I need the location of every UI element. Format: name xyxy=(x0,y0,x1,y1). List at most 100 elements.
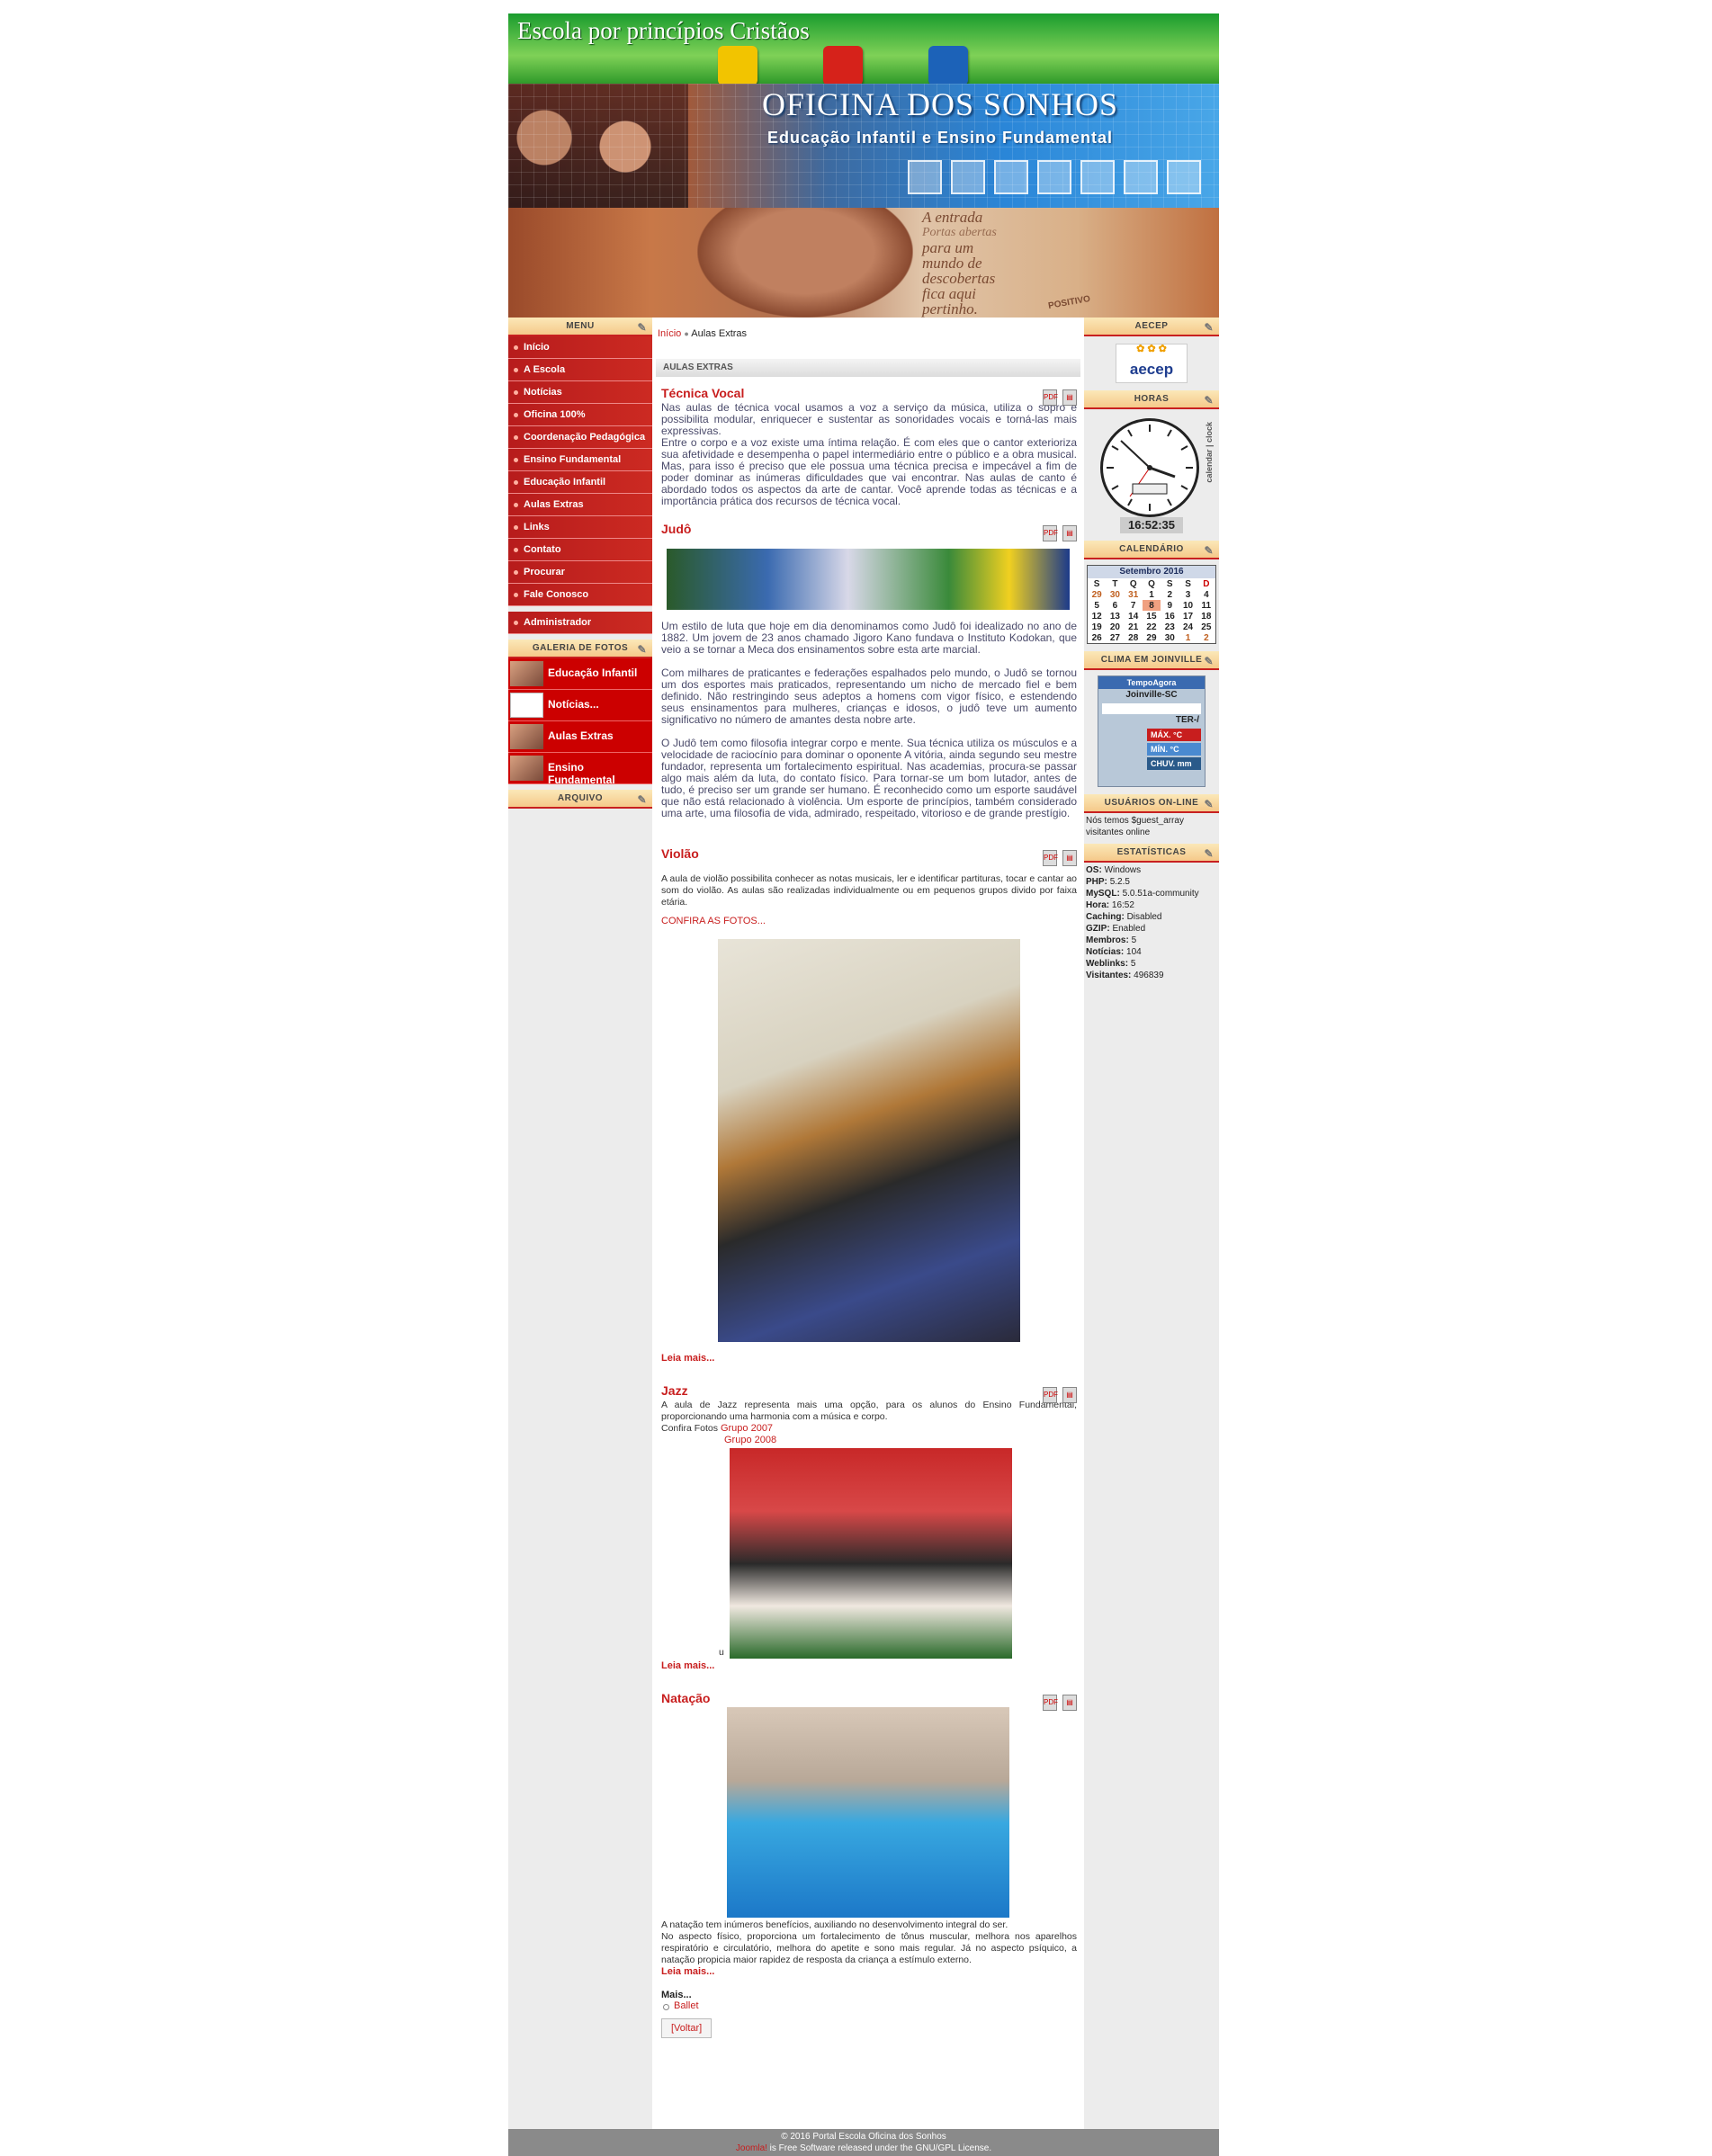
stat-row: Membros: 5 xyxy=(1086,935,1137,945)
leia-mais-link[interactable]: Leia mais... xyxy=(661,1966,1077,1977)
site-subtitle: Educação Infantil e Ensino Fundamental xyxy=(766,129,1114,147)
swimming-pool-photo xyxy=(727,1707,1009,1918)
admin-menu: Administrador xyxy=(508,612,652,634)
weather-brand: TempoAgora xyxy=(1098,676,1205,689)
menu-item-aulas-extras[interactable]: Aulas Extras xyxy=(508,494,652,516)
menu-item-fale-conosco[interactable]: Fale Conosco xyxy=(508,584,652,606)
weather-rain: CHUV. mm xyxy=(1147,757,1201,770)
breadcrumb-home-link[interactable]: Início xyxy=(658,328,681,339)
pdf-icon[interactable]: PDF xyxy=(1043,1387,1058,1403)
article-jazz: Jazz PDF ▤ A aula de Jazz representa mais… xyxy=(652,1383,1084,1671)
menu-item-contato[interactable]: Contato xyxy=(508,539,652,561)
menu-item-links[interactable]: Links xyxy=(508,516,652,539)
calendar-week: 12 13 14 15 16 17 18 xyxy=(1091,611,1212,622)
site-title: OFICINA DOS SONHOS xyxy=(761,86,1119,122)
jazz-group-photo xyxy=(730,1448,1012,1659)
menu-item-a-escola[interactable]: A Escola xyxy=(508,359,652,381)
gallery-item-aulas-extras[interactable]: Aulas Extras xyxy=(508,721,652,753)
article-title[interactable]: Natação xyxy=(661,1691,1077,1707)
article-text: A aula de Jazz representa mais uma opção… xyxy=(661,1400,1077,1422)
pin-icon: ✎ xyxy=(1204,321,1214,334)
positivo-logo: POSITIVO xyxy=(1047,293,1091,312)
pdf-icon[interactable]: PDF xyxy=(1043,1695,1058,1711)
footer-license: Joomla! is Free Software released under … xyxy=(735,2143,992,2153)
menu-item-administrador[interactable]: Administrador xyxy=(508,612,652,634)
gallery-item-ensino-fundamental[interactable]: Ensino Fundamental xyxy=(508,753,652,786)
article-text: A aula de violão possibilita conhecer as… xyxy=(661,873,1077,908)
calendar-weekdays: STQQSSD xyxy=(1093,578,1210,589)
gallery-thumb xyxy=(510,693,543,718)
pin-icon: ✎ xyxy=(1204,655,1214,667)
more-item-ballet[interactable]: Ballet xyxy=(663,2000,1077,2011)
print-icon[interactable]: ▤ xyxy=(1062,525,1077,541)
menu-item-oficina[interactable]: Oficina 100% xyxy=(508,404,652,426)
menu-heading: MENU ✎ xyxy=(508,318,652,336)
stat-row: Caching: Disabled xyxy=(1086,912,1162,922)
menu-item-coordenacao[interactable]: Coordenação Pedagógica xyxy=(508,426,652,449)
decorative-squares xyxy=(899,160,1201,199)
stat-row: Notícias: 104 xyxy=(1086,947,1142,957)
pdf-icon[interactable]: PDF xyxy=(1043,525,1058,541)
article-title[interactable]: Violão xyxy=(661,846,1077,863)
grupo-2008-link[interactable]: Grupo 2008 xyxy=(724,1435,776,1445)
leia-mais-link[interactable]: Leia mais... xyxy=(661,1660,1077,1671)
pdf-icon[interactable]: PDF xyxy=(1043,850,1058,866)
pin-icon: ✎ xyxy=(1204,847,1214,860)
gallery-item-educacao-infantil[interactable]: Educação Infantil xyxy=(508,658,652,690)
menu-item-inicio[interactable]: Início xyxy=(508,336,652,359)
gallery-heading: GALERIA DE FOTOS ✎ xyxy=(508,640,652,658)
article-tecnica-vocal: Técnica Vocal PDF ▤ Nas aulas de técnica … xyxy=(652,386,1084,507)
print-icon[interactable]: ▤ xyxy=(1062,1387,1077,1403)
pdf-icon[interactable]: PDF xyxy=(1043,389,1058,406)
family-icon xyxy=(823,46,863,85)
gallery-item-noticias[interactable]: Notícias... xyxy=(508,690,652,721)
menu-item-educacao-infantil[interactable]: Educação Infantil xyxy=(508,471,652,494)
article-title[interactable]: Técnica Vocal xyxy=(661,386,1077,402)
article-text: Um estilo de luta que hoje em dia denomi… xyxy=(661,620,1077,656)
calendar-week: 5 6 7 8 9 10 11 xyxy=(1094,600,1212,611)
weather-min: MÍN. °C xyxy=(1147,743,1201,756)
weather-day: TER-/ xyxy=(1175,715,1199,725)
aecep-heading: AECEP ✎ xyxy=(1084,318,1219,336)
clock-face-graphic xyxy=(1107,425,1193,511)
calendar-today[interactable]: 8 xyxy=(1142,600,1161,611)
page: Escola por princípios Cristãos OFICINA D… xyxy=(508,13,1219,2156)
article-judo: Judô PDF ▤ Um estilo de luta que hoje em … xyxy=(652,522,1084,819)
print-icon[interactable]: ▤ xyxy=(1062,1695,1077,1711)
book-icon xyxy=(718,46,757,85)
weather-max: MÁX. °C xyxy=(1147,729,1201,741)
print-icon[interactable]: ▤ xyxy=(1062,389,1077,406)
weather-widget[interactable]: TempoAgora Joinville-SC TER-/ MÁX. °C MÍ… xyxy=(1098,675,1206,787)
confira-fotos-link[interactable]: CONFIRA AS FOTOS... xyxy=(661,916,1077,926)
stat-row: GZIP: Enabled xyxy=(1086,924,1146,934)
article-text: Entre o corpo e a voz existe uma íntima … xyxy=(661,436,1077,507)
judo-banner-image xyxy=(667,549,1070,610)
header-photo-band: A entrada Portas abertas para um mundo d… xyxy=(508,208,1219,318)
stray-text: u xyxy=(719,1647,724,1658)
guitar-lesson-photo xyxy=(718,939,1020,1342)
menu-item-noticias[interactable]: Notícias xyxy=(508,381,652,404)
online-heading: USUÁRIOS ON-LINE ✎ xyxy=(1084,794,1219,813)
article-text: No aspecto físico, proporciona um fortal… xyxy=(661,1931,1077,1965)
aecep-logo[interactable]: aecep xyxy=(1116,343,1188,383)
leia-mais-link[interactable]: Leia mais... xyxy=(661,1353,1077,1364)
print-icon[interactable]: ▤ xyxy=(1062,850,1077,866)
online-users-text: Nós temos $guest_array visitantes online xyxy=(1086,816,1184,837)
article-text: Nas aulas de técnica vocal usamos a voz … xyxy=(661,401,1077,437)
calendar-week: 26 27 28 29 30 1 2 xyxy=(1091,632,1209,643)
footer: © 2016 Portal Escola Oficina dos Sonhos … xyxy=(508,2129,1219,2156)
calendar-week: 29 30 31 1 2 3 4 xyxy=(1091,589,1209,600)
stats-heading: ESTATÍSTICAS ✎ xyxy=(1084,844,1219,863)
menu-item-procurar[interactable]: Procurar xyxy=(508,561,652,584)
breadcrumb-current: Aulas Extras xyxy=(691,328,748,339)
article-title[interactable]: Judô xyxy=(661,522,1077,538)
archive-heading[interactable]: ARQUIVO ✎ xyxy=(508,790,652,809)
joomla-link[interactable]: Joomla! xyxy=(736,2143,767,2153)
back-button[interactable]: [Voltar] xyxy=(661,2018,713,2038)
menu-item-ensino-fundamental[interactable]: Ensino Fundamental xyxy=(508,449,652,471)
article-title[interactable]: Jazz xyxy=(661,1383,1077,1400)
stat-row: MySQL: 5.0.51a-community xyxy=(1086,889,1199,899)
stat-row: Weblinks: 5 xyxy=(1086,959,1136,969)
pin-icon: ✎ xyxy=(637,643,647,656)
grupo-2007-link[interactable]: Grupo 2007 xyxy=(721,1423,773,1434)
